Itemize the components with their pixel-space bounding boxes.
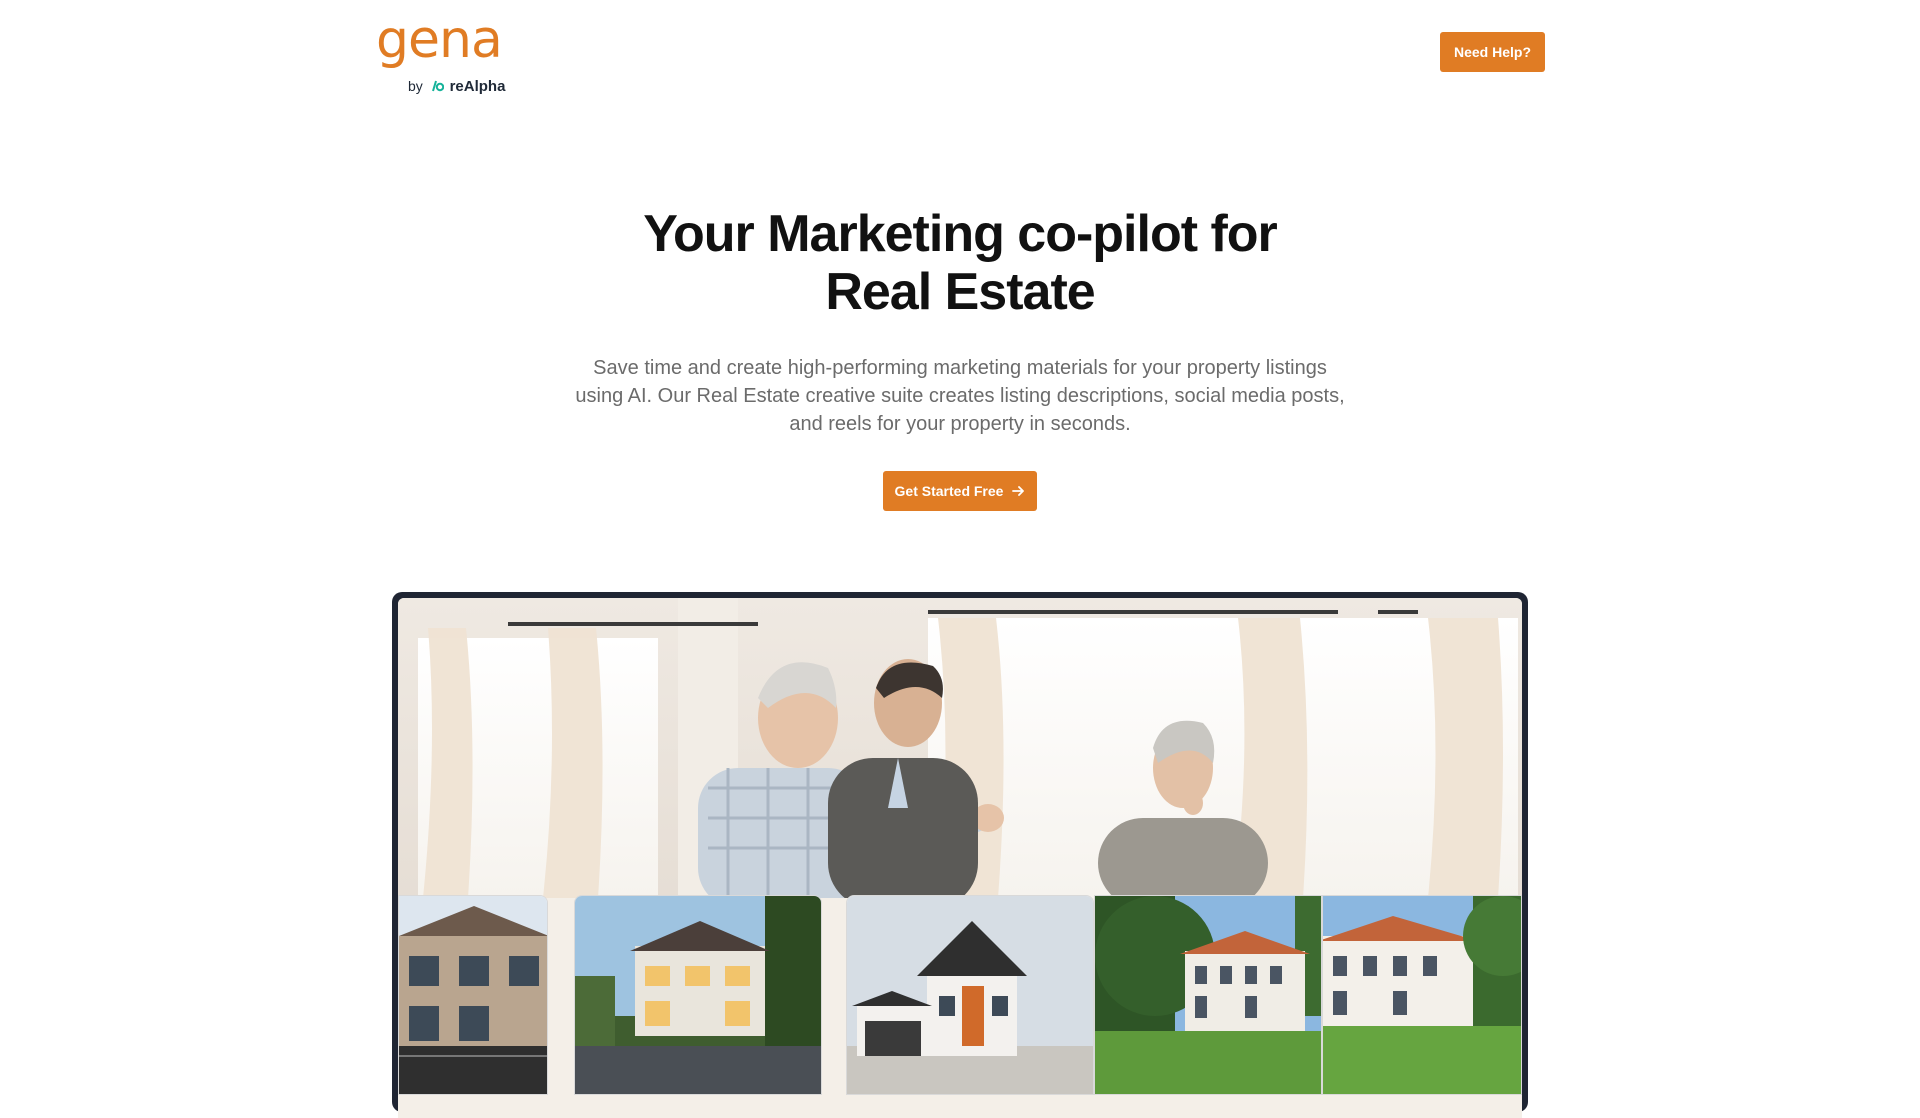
property-card-modern-villa[interactable]: [574, 895, 822, 1095]
property-card-mansion[interactable]: [1094, 895, 1322, 1095]
property-card-white-house[interactable]: [846, 895, 1094, 1095]
get-started-free-button[interactable]: Get Started Free: [883, 471, 1037, 511]
logo-brand-name: reAlpha: [449, 78, 506, 95]
gena-logo[interactable]: gena by reAlpha: [376, 10, 516, 95]
garden-house-image: [1323, 896, 1521, 1094]
logo-by-text: by: [408, 78, 423, 94]
white-mansion-garden-image: [1095, 896, 1321, 1094]
hero-subtitle: Save time and create high-performing mar…: [575, 357, 1345, 435]
site-header: gena by reAlpha Need Help?: [0, 0, 1920, 110]
hero-title: Your Marketing co-pilot for Real Estate: [560, 205, 1360, 321]
arrow-right-icon: [1011, 484, 1025, 498]
showcase-viewport: [398, 598, 1522, 1118]
need-help-button[interactable]: Need Help?: [1440, 32, 1545, 72]
realpha-mark-icon: [431, 79, 444, 95]
logo-byline: by reAlpha: [408, 78, 505, 95]
get-started-label: Get Started Free: [894, 483, 1004, 499]
logo-wordmark: gena: [376, 10, 503, 70]
property-card-townhouse[interactable]: [398, 895, 548, 1095]
modern-villa-evening-image: [575, 896, 821, 1094]
hero-title-line-2: Real Estate: [825, 263, 1095, 321]
white-house-orange-accent-image: [847, 896, 1093, 1094]
hero-title-line-1: Your Marketing co-pilot for: [643, 205, 1278, 263]
two-story-townhouse-image: [399, 896, 547, 1094]
agents-showing-home-image: [398, 598, 1522, 898]
product-showcase-frame: [392, 592, 1528, 1118]
property-card-extra[interactable]: [1322, 895, 1522, 1095]
